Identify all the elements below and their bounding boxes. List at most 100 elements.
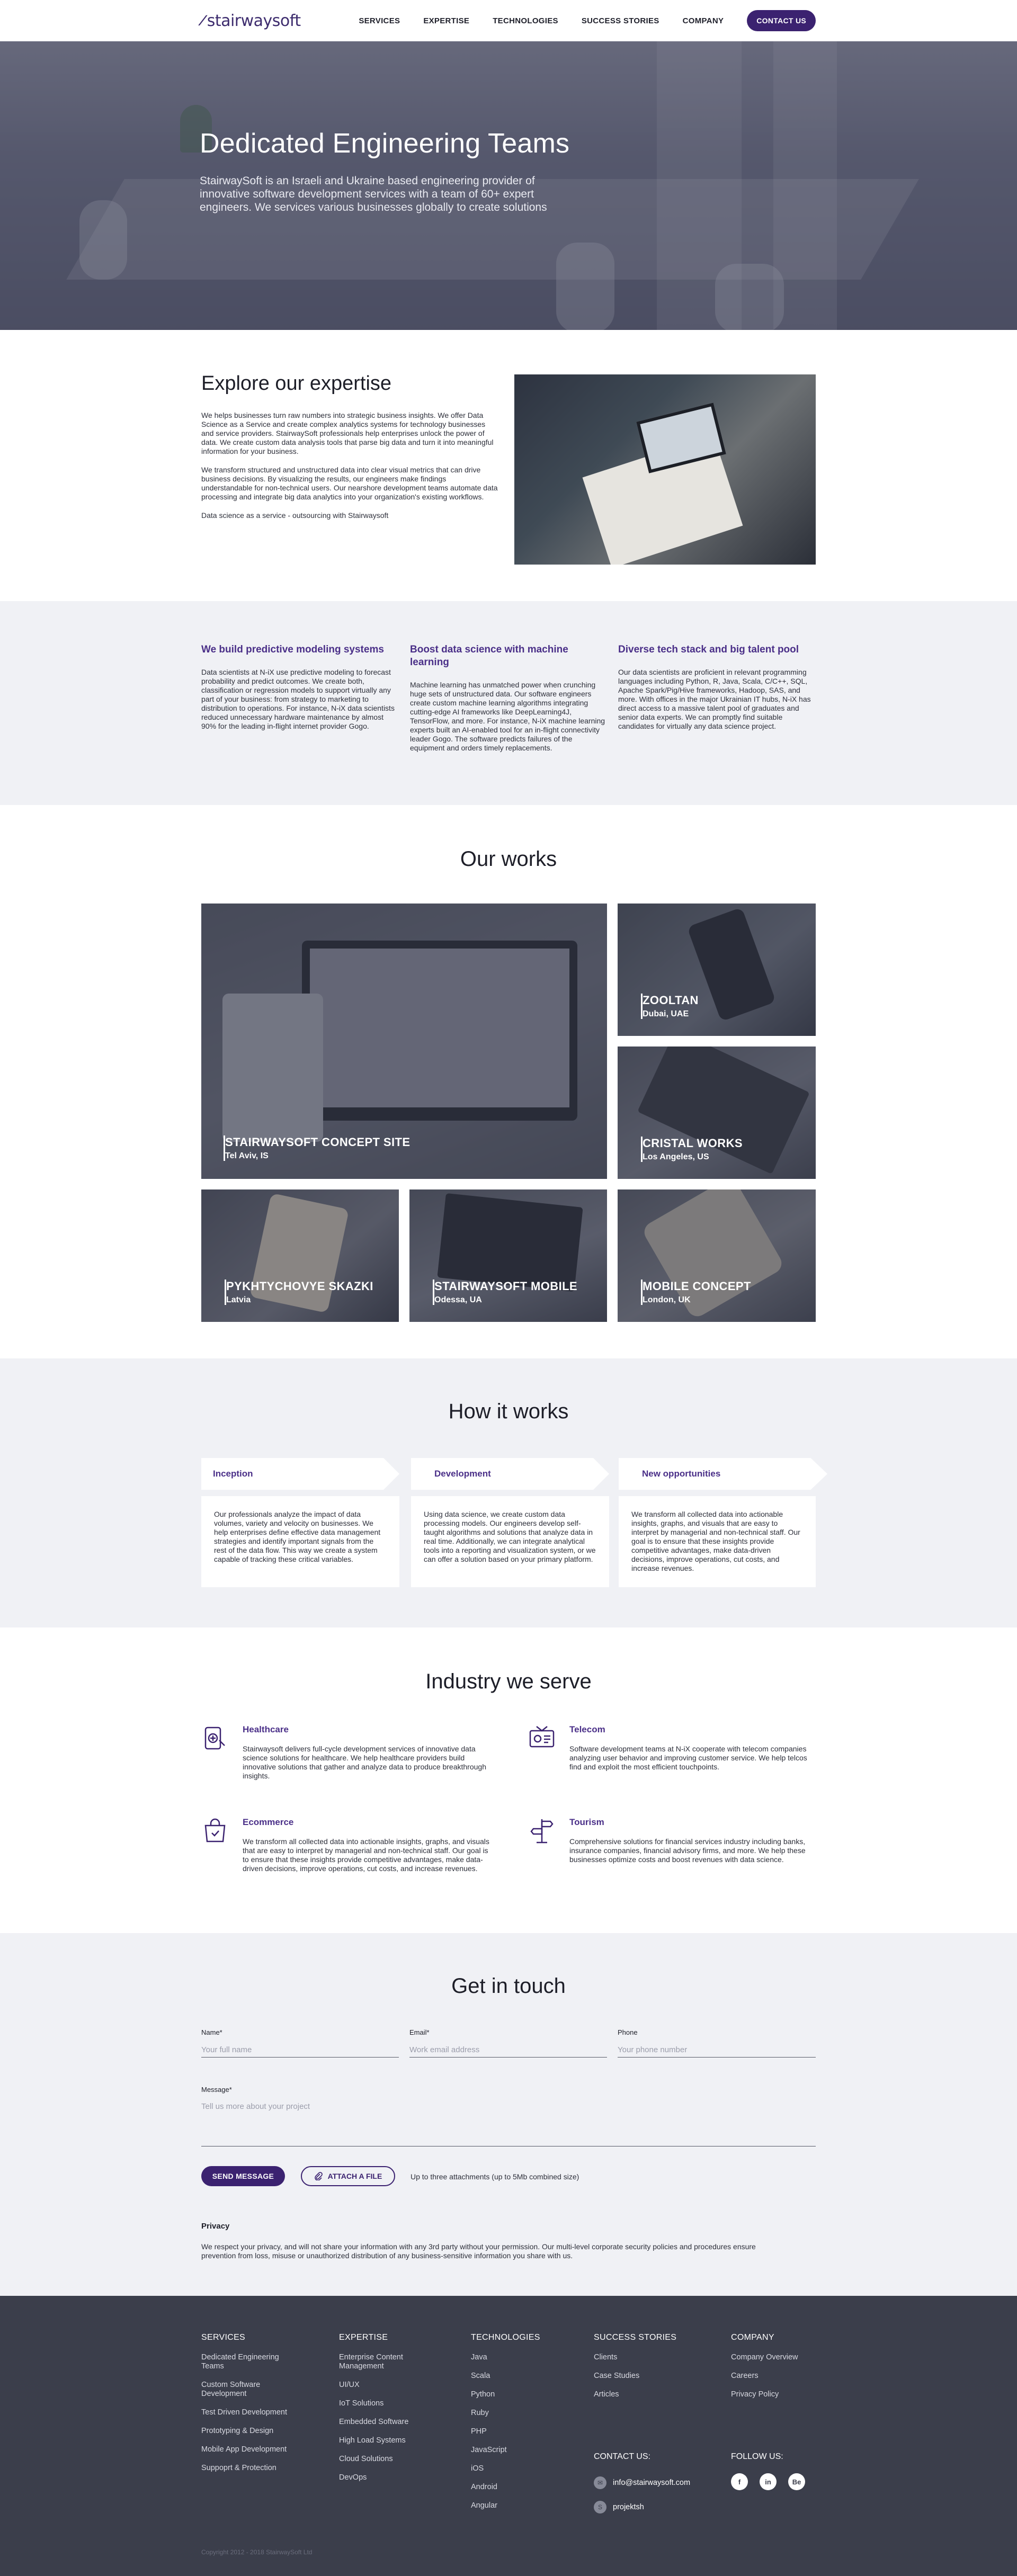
footer-link[interactable]: Clients <box>594 2353 700 2362</box>
step-text: We transform all collected data into act… <box>619 1496 816 1587</box>
footer-link[interactable]: Articles <box>594 2390 700 2399</box>
footer-link[interactable]: Python <box>471 2390 556 2399</box>
privacy-block: Privacy We respect your privacy, and wil… <box>201 2222 763 2260</box>
industry-name: Ecommerce <box>243 1817 294 1827</box>
social-links: f in Be <box>731 2473 805 2490</box>
footer-link[interactable]: Privacy Policy <box>731 2390 826 2399</box>
footer-link[interactable]: PHP <box>471 2427 556 2436</box>
footer-link[interactable]: IoT Solutions <box>339 2399 440 2408</box>
work-location: Odessa, UA <box>434 1295 482 1304</box>
work-location: London, UK <box>643 1295 691 1304</box>
how-title: How it works <box>448 1400 569 1423</box>
footer-link[interactable]: Cloud Solutions <box>339 2455 440 2464</box>
logo-mark-icon: ∕ <box>201 12 204 29</box>
work-title: STAIRWAYSOFT CONCEPT SITE <box>225 1135 411 1149</box>
footer-link[interactable]: Prototyping & Design <box>201 2427 297 2436</box>
footer-link[interactable]: Company Overview <box>731 2353 826 2362</box>
behance-icon[interactable]: Be <box>788 2473 805 2490</box>
footer-contact-title: CONTACT US: <box>594 2452 650 2461</box>
footer-link[interactable]: Suppoprt & Protection <box>201 2464 297 2473</box>
footer-link[interactable]: JavaScript <box>471 2446 556 2455</box>
works-title: Our works <box>460 847 557 871</box>
work-tile[interactable]: PYKHTYCHOVYE SKAZKI Latvia <box>201 1189 399 1322</box>
footer-link[interactable]: Test Driven Development <box>201 2408 297 2417</box>
linkedin-icon[interactable]: in <box>760 2473 777 2490</box>
name-input[interactable] <box>201 2043 399 2058</box>
logo[interactable]: ∕ stairwaysoft <box>201 12 301 30</box>
work-tile[interactable]: MOBILE CONCEPT London, UK <box>618 1189 816 1322</box>
site-footer: SERVICES Dedicated Engineering Teams Cus… <box>0 2296 1017 2576</box>
footer-column-technologies: TECHNOLOGIES Java Scala Python Ruby PHP … <box>471 2333 556 2520</box>
footer-link[interactable]: Java <box>471 2353 556 2362</box>
work-tile[interactable]: STAIRWAYSOFT MOBILE Odessa, UA <box>409 1189 607 1322</box>
phone-input[interactable] <box>618 2043 816 2058</box>
footer-column-services: SERVICES Dedicated Engineering Teams Cus… <box>201 2333 297 2482</box>
footer-link[interactable]: Angular <box>471 2501 556 2510</box>
footer-link[interactable]: Ruby <box>471 2409 556 2418</box>
work-tile[interactable]: ZOOLTAN Dubai, UAE <box>618 904 816 1036</box>
footer-link[interactable]: Scala <box>471 2372 556 2381</box>
footer-link[interactable]: Dedicated Engineering Teams <box>201 2353 297 2371</box>
expertise-paragraph: We transform structured and unstructured… <box>201 466 498 501</box>
expertise-paragraph: We helps businesses turn raw numbers int… <box>201 411 494 455</box>
hero-banner: Dedicated Engineering Teams StairwaySoft… <box>0 41 1017 330</box>
attach-file-button[interactable]: ATTACH A FILE <box>301 2166 395 2186</box>
work-title: CRISTAL WORKS <box>643 1137 743 1150</box>
main-nav: SERVICES EXPERTISE TECHNOLOGIES SUCCESS … <box>359 10 816 31</box>
privacy-title: Privacy <box>201 2222 230 2231</box>
expertise-photo <box>514 374 816 565</box>
work-tile[interactable]: CRISTAL WORKS Los Angeles, US <box>618 1046 816 1179</box>
feature-text: Data scientists at N-iX use predictive m… <box>201 668 395 730</box>
footer-column-company: COMPANY Company Overview Careers Privacy… <box>731 2333 826 2409</box>
work-tile[interactable]: STAIRWAYSOFT CONCEPT SITE Tel Aviv, IS <box>201 904 607 1179</box>
expertise-tagline: Data science as a service - outsourcing … <box>201 511 389 520</box>
feature-text: Our data scientists are proficient in re… <box>618 668 811 730</box>
footer-link[interactable]: UI/UX <box>339 2381 440 2390</box>
nav-technologies[interactable]: TECHNOLOGIES <box>493 16 558 25</box>
footer-link[interactable]: Case Studies <box>594 2372 700 2381</box>
footer-heading: SUCCESS STORIES <box>594 2333 677 2342</box>
contact-title: Get in touch <box>451 1974 566 1998</box>
footer-link[interactable]: Android <box>471 2483 556 2492</box>
work-caption: CRISTAL WORKS Los Angeles, US <box>641 1137 743 1162</box>
work-caption: PYKHTYCHOVYE SKAZKI Latvia <box>225 1280 373 1305</box>
send-message-button[interactable]: SEND MESSAGE <box>201 2166 285 2186</box>
footer-link[interactable]: Enterprise Content Management <box>339 2353 440 2371</box>
process-step: Development Using data science, we creat… <box>411 1458 609 1587</box>
footer-link[interactable]: Mobile App Development <box>201 2445 297 2454</box>
nav-services[interactable]: SERVICES <box>359 16 400 25</box>
footer-link[interactable]: DevOps <box>339 2473 440 2482</box>
footer-heading: COMPANY <box>731 2333 774 2342</box>
footer-link[interactable]: iOS <box>471 2464 556 2473</box>
footer-email[interactable]: ✉ info@stairwaysoft.com <box>594 2476 690 2489</box>
contact-section: Get in touch Name* Email* Phone Message*… <box>0 1933 1017 2296</box>
nav-company[interactable]: COMPANY <box>683 16 724 25</box>
footer-link[interactable]: Custom Software Development <box>201 2381 297 2399</box>
footer-heading: EXPERTISE <box>339 2333 388 2342</box>
contact-us-button[interactable]: CONTACT US <box>747 10 816 31</box>
email-input[interactable] <box>409 2043 607 2058</box>
email-field: Email* <box>409 2028 607 2058</box>
footer-contact: CONTACT US: ✉ info@stairwaysoft.com S pr… <box>594 2452 690 2525</box>
message-input[interactable] <box>201 2100 816 2146</box>
name-label: Name* <box>201 2028 222 2036</box>
footer-skype[interactable]: S projektsh <box>594 2501 690 2514</box>
work-location: Tel Aviv, IS <box>225 1151 269 1160</box>
facebook-icon[interactable]: f <box>731 2473 748 2490</box>
name-field: Name* <box>201 2028 399 2058</box>
step-header: Development <box>411 1458 609 1490</box>
footer-column-success-stories: SUCCESS STORIES Clients Case Studies Art… <box>594 2333 700 2409</box>
footer-link[interactable]: Embedded Software <box>339 2418 440 2427</box>
phone-field: Phone <box>618 2028 816 2058</box>
features-section: We build predictive modeling systems Dat… <box>0 601 1017 805</box>
industry-name: Telecom <box>569 1724 605 1734</box>
footer-follow-title: FOLLOW US: <box>731 2452 783 2461</box>
industry-section: Industry we serve Healthcare Stairwaysof… <box>0 1627 1017 1933</box>
message-field: Message* <box>201 2086 816 2149</box>
footer-link[interactable]: Careers <box>731 2372 826 2381</box>
work-location: Latvia <box>226 1295 251 1304</box>
footer-link[interactable]: High Load Systems <box>339 2436 440 2445</box>
nav-success-stories[interactable]: SUCCESS STORIES <box>582 16 659 25</box>
nav-expertise[interactable]: EXPERTISE <box>423 16 469 25</box>
healthcare-icon <box>204 1727 225 1750</box>
